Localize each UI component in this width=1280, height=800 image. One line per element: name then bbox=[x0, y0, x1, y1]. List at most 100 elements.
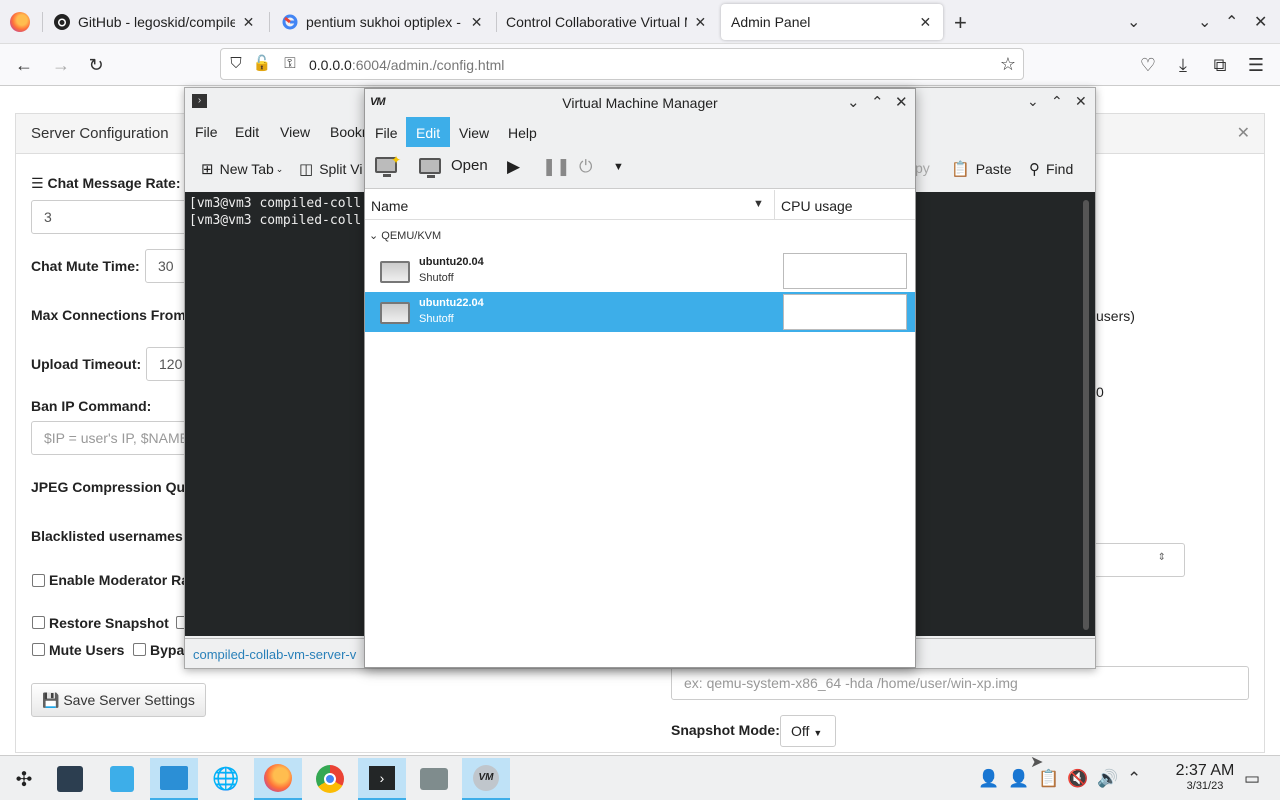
minimize-icon[interactable]: ⌄ bbox=[847, 93, 860, 111]
close-icon[interactable]: ✕ bbox=[1237, 123, 1250, 143]
reload-icon[interactable]: ↻ bbox=[85, 55, 107, 75]
minimize-icon[interactable]: ⌄ bbox=[1198, 12, 1211, 32]
new-tab-button[interactable]: + bbox=[954, 10, 967, 36]
menu-edit[interactable]: Edit bbox=[406, 117, 451, 147]
tab-admin-panel[interactable]: Admin Panel ✕ bbox=[721, 4, 943, 40]
firefox-taskbar-icon[interactable] bbox=[254, 758, 302, 800]
tab-close-icon[interactable]: ✕ bbox=[693, 14, 708, 31]
enable-moderator-label: Enable Moderator Ra bbox=[49, 572, 190, 588]
column-name-header[interactable]: Name bbox=[371, 198, 408, 214]
run-icon[interactable]: ▶ bbox=[507, 157, 520, 177]
vmm-titlebar[interactable]: VM Virtual Machine Manager ⌄ ⌃ ✕ bbox=[365, 89, 915, 117]
chevron-down-icon[interactable]: ⌄ bbox=[369, 230, 378, 242]
close-icon[interactable]: ✕ bbox=[1075, 93, 1087, 110]
firefox-menu-icon[interactable] bbox=[10, 12, 30, 32]
maximize-icon[interactable]: ⌃ bbox=[1051, 93, 1063, 110]
snapshot-mode-dropdown[interactable]: Off ▼ bbox=[780, 715, 836, 747]
tab-close-icon[interactable]: ✕ bbox=[469, 14, 484, 31]
dolphin-taskbar-icon[interactable] bbox=[150, 758, 198, 800]
spinner-arrows-icon[interactable]: ⇕ bbox=[1158, 552, 1166, 563]
back-icon[interactable]: ← bbox=[13, 55, 35, 75]
downloads-icon[interactable]: ⤓ bbox=[1172, 55, 1194, 75]
hamburger-menu-icon[interactable]: ☰ bbox=[1245, 55, 1267, 75]
pocket-icon[interactable]: ♡ bbox=[1137, 55, 1159, 75]
forward-icon[interactable]: → bbox=[50, 55, 72, 75]
permissions-key-icon[interactable]: ⚿ bbox=[279, 54, 301, 74]
chat-mute-label: Chat Mute Time: bbox=[31, 258, 140, 274]
new-vm-button[interactable]: ✦ bbox=[375, 153, 401, 177]
bookmark-star-icon[interactable]: ☆ bbox=[997, 54, 1019, 74]
column-cpu-header[interactable]: CPU usage bbox=[781, 198, 853, 214]
menu-view[interactable]: View bbox=[449, 117, 499, 147]
connection-group-row[interactable]: ⌄ QEMU/KVM bbox=[369, 229, 441, 242]
terminal-scrollbar[interactable] bbox=[1083, 200, 1089, 630]
open-button[interactable]: Open bbox=[419, 157, 488, 178]
close-icon[interactable]: ✕ bbox=[895, 93, 908, 111]
tab-google-search[interactable]: pentium sukhoi optiplex - G ✕ bbox=[272, 0, 494, 44]
extensions-icon[interactable]: ⧉ bbox=[1209, 55, 1231, 75]
user-icon[interactable]: 👤 bbox=[978, 769, 999, 789]
pause-icon[interactable]: ❚❚ bbox=[542, 157, 571, 177]
vm-row-ubuntu22[interactable]: ubuntu22.04 Shutoff bbox=[365, 292, 915, 332]
system-settings-taskbar-icon[interactable] bbox=[46, 758, 94, 800]
maximize-icon[interactable]: ⌃ bbox=[1225, 12, 1238, 32]
show-desktop-icon[interactable]: ▭ bbox=[1244, 769, 1260, 789]
restore-snapshot-checkbox[interactable] bbox=[32, 616, 45, 629]
tab-separator bbox=[42, 12, 43, 32]
volume-icon[interactable]: 🔊 bbox=[1097, 769, 1118, 789]
enable-moderator-checkbox[interactable] bbox=[32, 574, 45, 587]
find-button[interactable]: ⚲ Find bbox=[1029, 160, 1073, 178]
network-taskbar-icon[interactable]: 🌐 bbox=[202, 758, 250, 800]
scanner-taskbar-icon[interactable] bbox=[410, 758, 458, 800]
user-switch-icon[interactable]: 👤 bbox=[1008, 769, 1029, 789]
shutdown-icon[interactable]: ⏻ bbox=[579, 157, 592, 177]
maximize-icon[interactable]: ⌃ bbox=[871, 93, 884, 111]
tab-github[interactable]: GitHub - legoskid/compile ✕ bbox=[44, 0, 266, 44]
clipboard-icon[interactable]: 📋 bbox=[1038, 769, 1059, 789]
tracking-shield-icon[interactable]: ⛉ bbox=[225, 54, 247, 74]
menu-file[interactable]: File bbox=[195, 124, 218, 140]
system-tray-expand-icon[interactable]: ⌃ bbox=[1127, 769, 1141, 789]
list-all-tabs-icon[interactable]: ⌄ bbox=[1127, 12, 1140, 32]
insecure-lock-icon[interactable]: 🔓 bbox=[251, 54, 273, 74]
column-divider[interactable] bbox=[774, 190, 775, 220]
paste-button[interactable]: 📋 Paste bbox=[951, 160, 1012, 178]
qemu-command-input[interactable]: ex: qemu-system-x86_64 -hda /home/user/w… bbox=[671, 666, 1249, 700]
ban-ip-input[interactable]: $IP = user's IP, $NAME bbox=[31, 421, 191, 455]
konsole-tab[interactable]: compiled-collab-vm-server-v bbox=[193, 647, 356, 662]
tab-control-collab-vm[interactable]: Control Collaborative Virtual M ✕ bbox=[496, 0, 718, 44]
ban-ip-label: Ban IP Command: bbox=[31, 398, 152, 414]
split-view-label: Split Vi bbox=[319, 161, 363, 177]
copy-button[interactable]: py bbox=[915, 160, 930, 176]
split-view-button[interactable]: ◫ Split Vi bbox=[299, 160, 363, 178]
save-server-settings-button[interactable]: 💾 Save Server Settings bbox=[31, 683, 206, 717]
menu-view[interactable]: View bbox=[280, 124, 310, 140]
url-bar[interactable]: ⛉ 🔓 ⚿ 0.0.0.0:6004/admin./config.html ☆ bbox=[220, 48, 1024, 80]
menu-edit[interactable]: Edit bbox=[235, 124, 259, 140]
menu-help[interactable]: Help bbox=[498, 117, 547, 147]
mute-users-checkbox[interactable] bbox=[32, 643, 45, 656]
discover-taskbar-icon[interactable] bbox=[98, 758, 146, 800]
value-text-fragment: 0 bbox=[1096, 384, 1104, 400]
vm-name: ubuntu22.04 bbox=[419, 297, 484, 309]
menu-file[interactable]: File bbox=[365, 117, 408, 147]
minimize-icon[interactable]: ⌄ bbox=[1027, 93, 1039, 110]
close-window-icon[interactable]: ✕ bbox=[1254, 12, 1267, 32]
app-launcher-icon[interactable]: ✣ bbox=[0, 758, 48, 800]
chat-rate-input[interactable]: 3 bbox=[31, 200, 191, 234]
digital-clock[interactable]: 2:37 AM 3/31/23 bbox=[1155, 762, 1255, 792]
tab-close-icon[interactable]: ✕ bbox=[241, 14, 256, 31]
url-text[interactable]: 0.0.0.0:6004/admin./config.html bbox=[309, 57, 504, 73]
muted-speaker-icon[interactable]: 🔇 bbox=[1067, 769, 1088, 789]
new-tab-button[interactable]: ⊞ New Tab ⌄ bbox=[201, 160, 283, 178]
vm-row-ubuntu20[interactable]: ubuntu20.04 Shutoff bbox=[365, 251, 915, 291]
upload-timeout-label: Upload Timeout: bbox=[31, 356, 142, 372]
shutdown-menu-dropdown-icon[interactable]: ▼ bbox=[613, 161, 624, 173]
tab-close-icon[interactable]: ✕ bbox=[918, 14, 933, 31]
konsole-taskbar-icon[interactable]: › bbox=[358, 758, 406, 800]
sort-dropdown-icon[interactable]: ▼ bbox=[753, 198, 764, 210]
chrome-taskbar-icon[interactable] bbox=[306, 758, 354, 800]
bypass-checkbox[interactable] bbox=[133, 643, 146, 656]
number-spinner-input[interactable]: ⇕ bbox=[1096, 543, 1185, 577]
virt-manager-taskbar-icon[interactable]: VM bbox=[462, 758, 510, 800]
